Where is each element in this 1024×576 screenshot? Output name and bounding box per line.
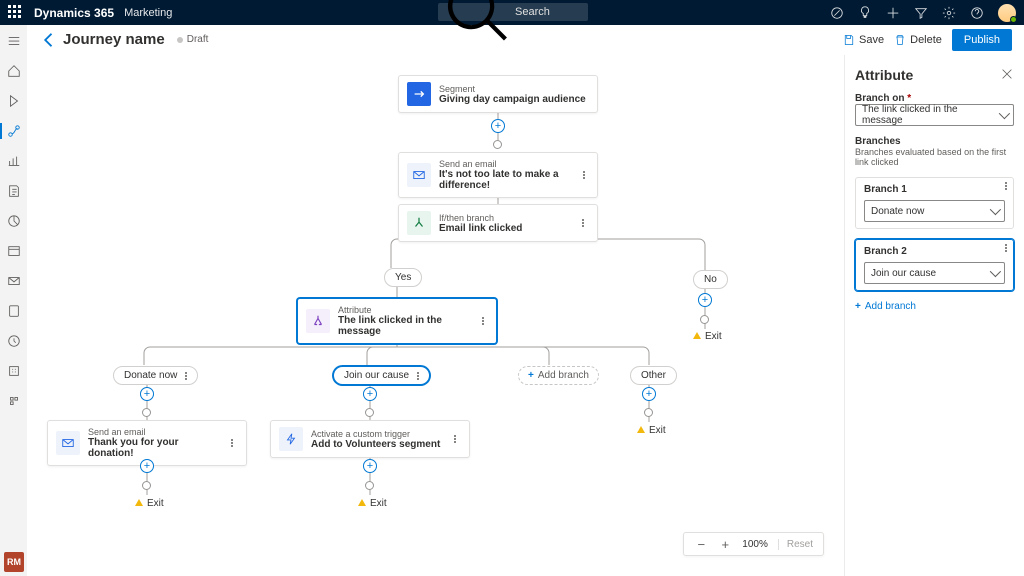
zoom-out-button[interactable]: − (694, 537, 708, 551)
branch-2-box[interactable]: Branch 2 Join our cause (855, 239, 1014, 291)
no-pill[interactable]: No (693, 270, 728, 289)
attribute-panel: Attribute Branch on The link clicked in … (844, 55, 1024, 576)
branch-1-box[interactable]: Branch 1 Donate now (855, 177, 1014, 229)
add-button[interactable]: + (363, 459, 377, 473)
node-more-icon[interactable] (227, 439, 238, 447)
nav-home[interactable] (0, 61, 27, 81)
branch-on-select[interactable]: The link clicked in the message (855, 104, 1014, 126)
node-audience[interactable]: SegmentGiving day campaign audience (398, 75, 598, 113)
page-header: Journey name Draft Save Delete Publish (27, 25, 1024, 55)
exit-label: Exit (637, 425, 666, 436)
add-button[interactable]: + (491, 119, 505, 133)
search-input[interactable] (515, 6, 582, 18)
nav-org[interactable] (0, 361, 27, 381)
chevron-down-icon (999, 108, 1010, 119)
branch-more-icon[interactable] (1005, 244, 1007, 252)
exit-label: Exit (135, 498, 164, 509)
chevron-down-icon (990, 266, 1001, 277)
branch-2-select[interactable]: Join our cause (864, 262, 1005, 284)
global-search[interactable] (438, 3, 588, 21)
branch-2-label: Branch 2 (864, 246, 1005, 257)
add-button[interactable]: + (363, 387, 377, 401)
delete-button[interactable]: Delete (894, 34, 942, 46)
nav-journeys[interactable] (0, 121, 27, 141)
user-avatar[interactable] (998, 4, 1016, 22)
nav-library[interactable] (0, 241, 27, 261)
zoom-value: 100% (742, 539, 768, 550)
add-button[interactable]: + (140, 387, 154, 401)
assistant-icon[interactable] (830, 6, 844, 20)
connector-dot (142, 408, 151, 417)
close-icon[interactable] (1000, 67, 1014, 81)
branch-pill-donate[interactable]: Donate now (113, 366, 198, 385)
back-button[interactable] (39, 30, 59, 50)
branch-1-select[interactable]: Donate now (864, 200, 1005, 222)
connector-dot (365, 408, 374, 417)
nav-menu[interactable] (0, 31, 27, 51)
settings-icon[interactable] (942, 6, 956, 20)
topbar-actions (830, 4, 1016, 22)
chevron-down-icon (990, 204, 1001, 215)
branch-1-label: Branch 1 (864, 184, 1005, 195)
connector-dot (142, 481, 151, 490)
node-more-icon[interactable] (580, 171, 589, 179)
add-button[interactable]: + (698, 293, 712, 307)
help-icon[interactable] (970, 6, 984, 20)
connector-dot (493, 140, 502, 149)
other-pill[interactable]: Other (630, 366, 677, 385)
node-more-icon[interactable] (449, 435, 461, 443)
zoom-reset-button[interactable]: Reset (778, 539, 813, 550)
branch-on-label: Branch on (855, 93, 1014, 104)
presence-indicator (1010, 16, 1017, 23)
nav-email[interactable] (0, 271, 27, 291)
yes-pill[interactable]: Yes (384, 268, 422, 287)
add-branch-node[interactable]: +Add branch (518, 366, 599, 385)
node-ifthen[interactable]: If/then branchEmail link clicked (398, 204, 598, 242)
exit-label: Exit (693, 331, 722, 342)
nav-forms[interactable] (0, 181, 27, 201)
brand-title: Dynamics 365 (34, 6, 114, 20)
brand-subtitle: Marketing (124, 7, 172, 19)
nav-clock[interactable] (0, 331, 27, 351)
nav-segments[interactable] (0, 211, 27, 231)
filter-icon[interactable] (914, 6, 928, 20)
app-launcher-icon[interactable] (8, 5, 24, 21)
journey-canvas[interactable]: SegmentGiving day campaign audience + Se… (27, 55, 844, 576)
zoom-in-button[interactable]: + (718, 537, 732, 551)
zoom-control: − + 100% Reset (683, 532, 824, 556)
nav-analytics[interactable] (0, 151, 27, 171)
add-button[interactable]: + (642, 387, 656, 401)
nav-ellipsis[interactable] (0, 391, 27, 411)
journey-title[interactable]: Journey name (63, 31, 165, 48)
node-attribute[interactable]: AttributeThe link clicked in the message (297, 298, 497, 344)
add-branch-button[interactable]: +Add branch (855, 301, 1014, 312)
lightbulb-icon[interactable] (858, 6, 872, 20)
node-trigger[interactable]: Activate a custom triggerAdd to Voluntee… (270, 420, 470, 458)
save-button[interactable]: Save (843, 34, 884, 46)
branches-subtext: Branches evaluated based on the first li… (855, 147, 1014, 167)
nav-triggers[interactable] (0, 91, 27, 111)
branches-heading: Branches (855, 136, 1014, 147)
branch-more-icon[interactable] (1005, 182, 1007, 190)
status-badge: Draft (177, 34, 209, 45)
global-topbar: Dynamics 365 Marketing (0, 0, 1024, 25)
connector-dot (365, 481, 374, 490)
connector-dot (700, 315, 709, 324)
persona-badge[interactable]: RM (4, 552, 24, 572)
branch-pill-join[interactable]: Join our cause (333, 366, 430, 385)
node-email-1[interactable]: Send an emailIt's not too late to make a… (398, 152, 598, 198)
nav-pages[interactable] (0, 301, 27, 321)
connector-dot (644, 408, 653, 417)
node-more-icon[interactable] (477, 317, 488, 325)
left-nav-rail: RM (0, 25, 27, 576)
node-more-icon[interactable] (577, 219, 589, 227)
publish-button[interactable]: Publish (952, 29, 1012, 51)
add-button[interactable]: + (140, 459, 154, 473)
exit-label: Exit (358, 498, 387, 509)
plus-icon[interactable] (886, 6, 900, 20)
panel-title: Attribute (855, 67, 1014, 83)
